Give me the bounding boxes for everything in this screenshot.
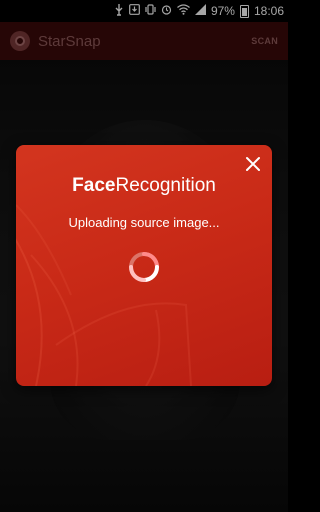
dialog-title: FaceRecognition <box>16 175 272 197</box>
close-button[interactable] <box>242 153 264 175</box>
dialog-title-bold: Face <box>72 175 116 196</box>
loading-spinner-icon <box>129 252 159 282</box>
dialog-title-regular: Recognition <box>115 175 216 196</box>
face-recognition-dialog: FaceRecognition Uploading source image..… <box>16 145 272 386</box>
upload-status-text: Uploading source image... <box>68 215 220 230</box>
close-icon <box>246 157 260 171</box>
